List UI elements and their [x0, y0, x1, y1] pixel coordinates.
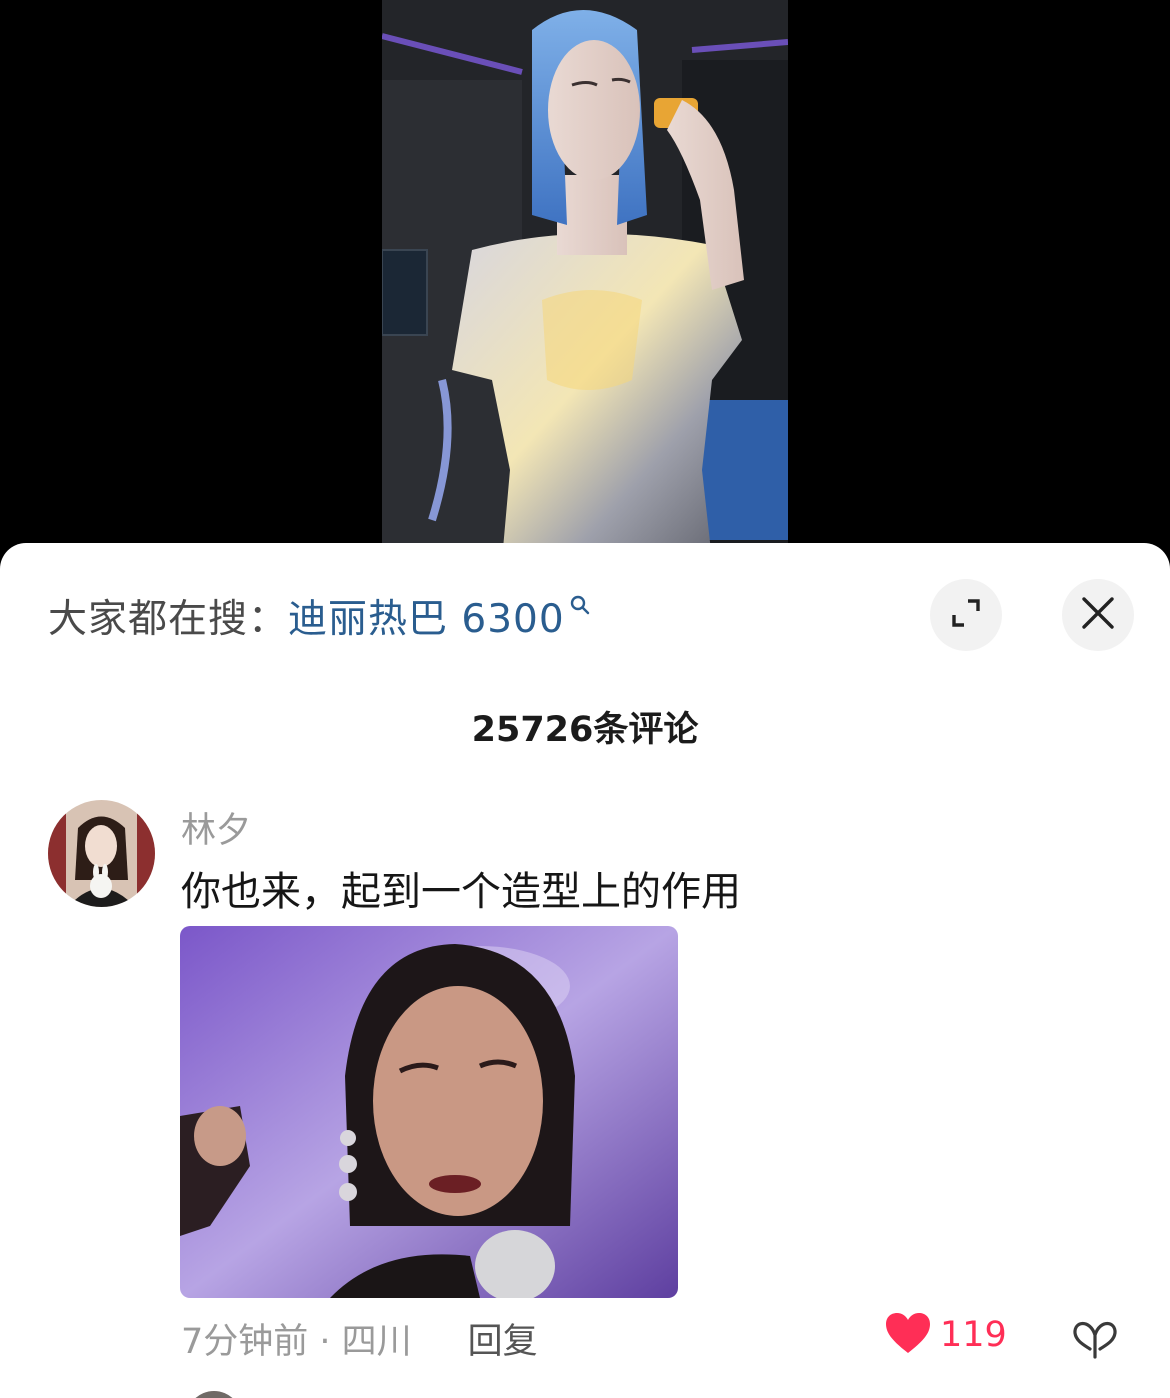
like-button[interactable]: 119 [884, 1311, 1007, 1359]
heart-icon [884, 1311, 932, 1359]
expand-icon [948, 595, 984, 635]
comment-text: 你也来，起到一个造型上的作用 [181, 869, 741, 915]
trending-search[interactable]: 大家都在搜： 迪丽热巴 6300 [48, 588, 591, 644]
trending-search-prefix: 大家都在搜： [48, 597, 289, 642]
video-frame [382, 0, 788, 560]
expand-button[interactable] [930, 579, 1002, 651]
trending-search-term[interactable]: 迪丽热巴 6300 [288, 588, 565, 644]
avatar[interactable] [48, 800, 155, 907]
comment-image[interactable] [180, 926, 678, 1298]
comment-sheet: 大家都在搜： 迪丽热巴 6300 25726条评论 林夕 你也来，起到一个造型上… [0, 543, 1170, 1398]
dislike-icon[interactable] [1070, 1311, 1120, 1363]
comment-username[interactable]: 林夕 [181, 802, 251, 853]
reply-button[interactable]: 回复 [468, 1313, 538, 1364]
comment-time-location: 7分钟前 · 四川 [181, 1322, 412, 1362]
video-player[interactable] [0, 0, 1170, 560]
comment-meta: 7分钟前 · 四川 回复 [181, 1313, 538, 1364]
close-button[interactable] [1062, 579, 1134, 651]
like-count: 119 [940, 1315, 1007, 1355]
close-icon [1080, 595, 1116, 635]
next-comment-avatar[interactable] [186, 1391, 242, 1398]
comment-count: 25726条评论 [471, 710, 699, 750]
video-still-image [382, 0, 788, 560]
search-icon[interactable] [569, 594, 591, 620]
